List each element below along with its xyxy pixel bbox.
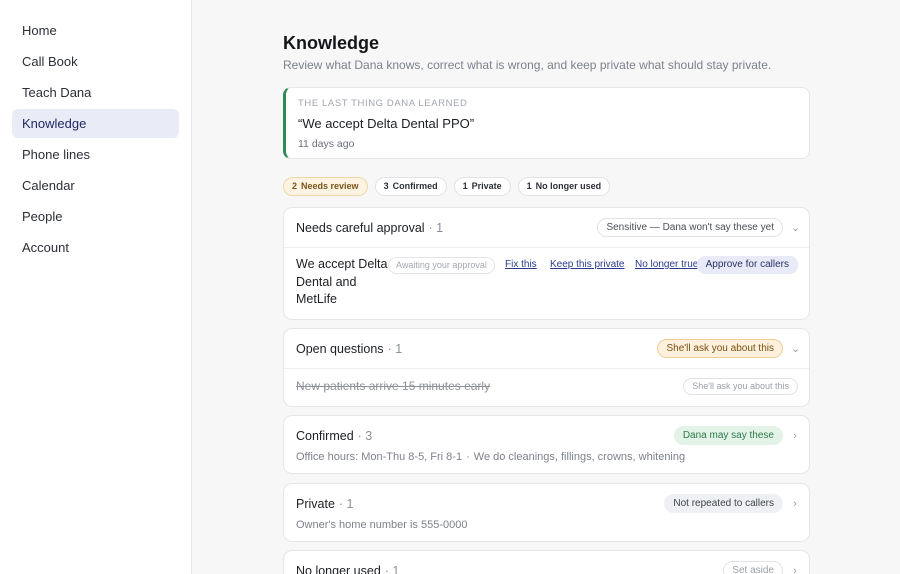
chip-count: 1 xyxy=(462,181,468,191)
section-count: · 3 xyxy=(357,428,373,443)
sidebar-item-calendar[interactable]: Calendar xyxy=(12,171,179,200)
chip-count: 1 xyxy=(526,181,532,191)
filter-chip-no-longer-used[interactable]: 1 No longer used xyxy=(517,177,611,196)
section-count: · 1 xyxy=(338,496,354,511)
keep-private-link[interactable]: Keep this private xyxy=(550,259,625,270)
sidebar-item-home[interactable]: Home xyxy=(12,16,179,45)
status-badge: Awaiting your approval xyxy=(388,257,495,274)
last-learned-time: 11 days ago xyxy=(298,138,355,150)
sensitive-badge: Sensitive — Dana won't say these yet xyxy=(597,218,783,237)
fix-link[interactable]: Fix this xyxy=(505,259,537,270)
last-learned-card: The last thing Dana learned “We accept D… xyxy=(283,87,810,159)
section-no-longer-used[interactable]: No longer used · 1 Set aside › xyxy=(283,550,810,574)
filter-chip-confirmed[interactable]: 3 Confirmed xyxy=(374,177,447,196)
status-badge: She'll ask you about this xyxy=(683,378,798,395)
filter-chip-needs-review[interactable]: 2 Needs review xyxy=(283,177,368,196)
list-item: We accept Delta Dental and MetLife Await… xyxy=(284,248,809,319)
chip-count: 2 xyxy=(292,181,298,191)
section-header[interactable]: No longer used · 1 Set aside › xyxy=(284,551,809,574)
sidebar-item-account[interactable]: Account xyxy=(12,233,179,262)
page-title: Knowledge xyxy=(283,33,380,53)
page-subtitle: Review what Dana knows, correct what is … xyxy=(283,58,772,72)
section-title: Needs careful approval xyxy=(296,220,425,235)
section-needs-approval: Needs careful approval · 1 Sensitive — D… xyxy=(283,207,810,320)
sidebar-item-phone-lines[interactable]: Phone lines xyxy=(12,140,179,169)
sidebar-item-people[interactable]: People xyxy=(12,202,179,231)
section-count: · 1 xyxy=(387,341,403,356)
ask-badge: She'll ask you about this xyxy=(657,339,783,358)
list-item: New patients arrive 15 minutes early She… xyxy=(284,369,809,406)
section-count: · 1 xyxy=(384,563,400,574)
chevron-right-icon[interactable]: › xyxy=(791,430,799,442)
section-count: · 1 xyxy=(428,220,444,235)
section-header[interactable]: Confirmed · 3 Dana may say these › xyxy=(284,416,809,455)
chip-label: Confirmed xyxy=(392,181,438,191)
chip-count: 3 xyxy=(383,181,389,191)
item-text: We accept Delta Dental and MetLife xyxy=(296,257,388,306)
chip-label: No longer used xyxy=(535,181,602,191)
section-title: No longer used xyxy=(296,563,381,574)
approve-button[interactable]: Approve for callers xyxy=(696,256,798,274)
chevron-right-icon[interactable]: › xyxy=(791,498,799,510)
section-private[interactable]: Private · 1 Not repeated to callers › Ow… xyxy=(283,483,810,542)
section-header[interactable]: Open questions · 1 She'll ask you about … xyxy=(284,329,809,368)
sidebar-item-teach-dana[interactable]: Teach Dana xyxy=(12,78,179,107)
sidebar: Home Call Book Teach Dana Knowledge Phon… xyxy=(0,0,192,574)
sidebar-item-knowledge[interactable]: Knowledge xyxy=(12,109,179,138)
chevron-right-icon[interactable]: › xyxy=(791,565,799,574)
chevron-down-icon[interactable]: ⌄ xyxy=(791,342,800,355)
section-title: Open questions xyxy=(296,341,384,356)
filter-chips: 2 Needs review 3 Confirmed 1 Private 1 No lo… xyxy=(283,177,611,196)
may-say-badge: Dana may say these xyxy=(673,426,783,445)
item-text: New patients arrive 15 minutes early xyxy=(296,379,491,393)
section-open-questions: Open questions · 1 She'll ask you about … xyxy=(283,328,810,407)
section-confirmed[interactable]: Confirmed · 3 Dana may say these › Offic… xyxy=(283,415,810,474)
section-title: Confirmed xyxy=(296,428,354,443)
chevron-down-icon[interactable]: ⌄ xyxy=(791,221,800,234)
filter-chip-private[interactable]: 1 Private xyxy=(453,177,511,196)
last-learned-quote: “We accept Delta Dental PPO” xyxy=(298,116,475,131)
last-learned-eyebrow: The last thing Dana learned xyxy=(298,98,468,109)
set-aside-badge: Set aside xyxy=(723,561,783,574)
no-longer-true-link[interactable]: No longer true xyxy=(635,259,698,270)
section-title: Private xyxy=(296,496,335,511)
sidebar-item-call-book[interactable]: Call Book xyxy=(12,47,179,76)
chip-label: Needs review xyxy=(301,181,359,191)
not-repeated-badge: Not repeated to callers xyxy=(664,494,783,513)
section-header[interactable]: Private · 1 Not repeated to callers › xyxy=(284,484,809,523)
section-header[interactable]: Needs careful approval · 1 Sensitive — D… xyxy=(284,208,809,247)
chip-label: Private xyxy=(471,181,502,191)
